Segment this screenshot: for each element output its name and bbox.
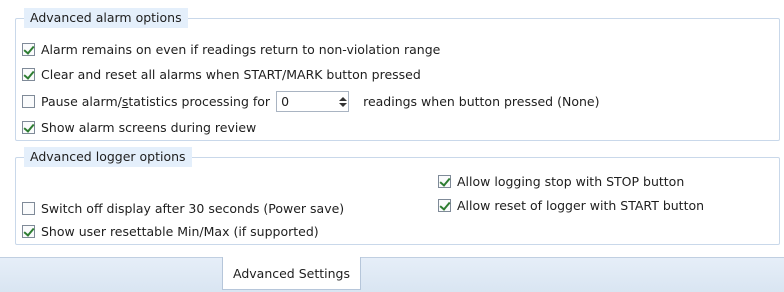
pause-alarm-checkbox[interactable] <box>22 95 35 108</box>
pause-alarm-row[interactable]: Pause alarm/statistics processing for re… <box>22 91 599 112</box>
switch-off-display-row[interactable]: Switch off display after 30 seconds (Pow… <box>22 199 344 217</box>
tab-advanced-settings[interactable]: Advanced Settings <box>222 257 361 290</box>
spinner-down-icon[interactable] <box>338 102 347 107</box>
switch-off-display-label[interactable]: Switch off display after 30 seconds (Pow… <box>41 201 344 216</box>
allow-logging-stop-checkbox[interactable] <box>438 174 451 188</box>
allow-logging-stop-row[interactable]: Allow logging stop with STOP button <box>438 172 684 190</box>
switch-off-display-checkbox[interactable] <box>22 201 35 215</box>
show-min-max-label[interactable]: Show user resettable Min/Max (if support… <box>41 224 319 239</box>
advanced-alarm-options-title: Advanced alarm options <box>24 8 188 28</box>
show-min-max-checkbox[interactable] <box>22 224 35 238</box>
pause-readings-input[interactable] <box>277 94 338 109</box>
advanced-logger-options-title: Advanced logger options <box>24 147 192 167</box>
pause-readings-suffix: readings when button pressed (None) <box>363 94 600 109</box>
allow-reset-logger-checkbox[interactable] <box>438 198 451 212</box>
alarm-remains-on-checkbox[interactable] <box>22 42 35 56</box>
tab-strip: Advanced Settings <box>0 257 784 292</box>
allow-reset-logger-label[interactable]: Allow reset of logger with START button <box>457 198 704 213</box>
pause-alarm-label[interactable]: Pause alarm/statistics processing for <box>41 94 270 109</box>
show-alarm-screens-row[interactable]: Show alarm screens during review <box>22 118 256 136</box>
alarm-remains-on-row[interactable]: Alarm remains on even if readings return… <box>22 40 440 58</box>
pause-readings-spinner[interactable] <box>276 91 350 112</box>
settings-panel: Advanced alarm options Alarm remains on … <box>0 0 784 257</box>
clear-reset-alarms-row[interactable]: Clear and reset all alarms when START/MA… <box>22 65 421 83</box>
clear-reset-alarms-checkbox[interactable] <box>22 67 35 81</box>
clear-reset-alarms-label[interactable]: Clear and reset all alarms when START/MA… <box>41 67 421 82</box>
show-alarm-screens-label[interactable]: Show alarm screens during review <box>41 120 256 135</box>
spinner-up-icon[interactable] <box>338 96 347 101</box>
spinner-buttons[interactable] <box>337 92 348 111</box>
alarm-remains-on-label[interactable]: Alarm remains on even if readings return… <box>41 42 440 57</box>
allow-logging-stop-label[interactable]: Allow logging stop with STOP button <box>457 174 684 189</box>
allow-reset-logger-row[interactable]: Allow reset of logger with START button <box>438 196 704 214</box>
show-min-max-row[interactable]: Show user resettable Min/Max (if support… <box>22 222 319 240</box>
show-alarm-screens-checkbox[interactable] <box>22 120 35 134</box>
